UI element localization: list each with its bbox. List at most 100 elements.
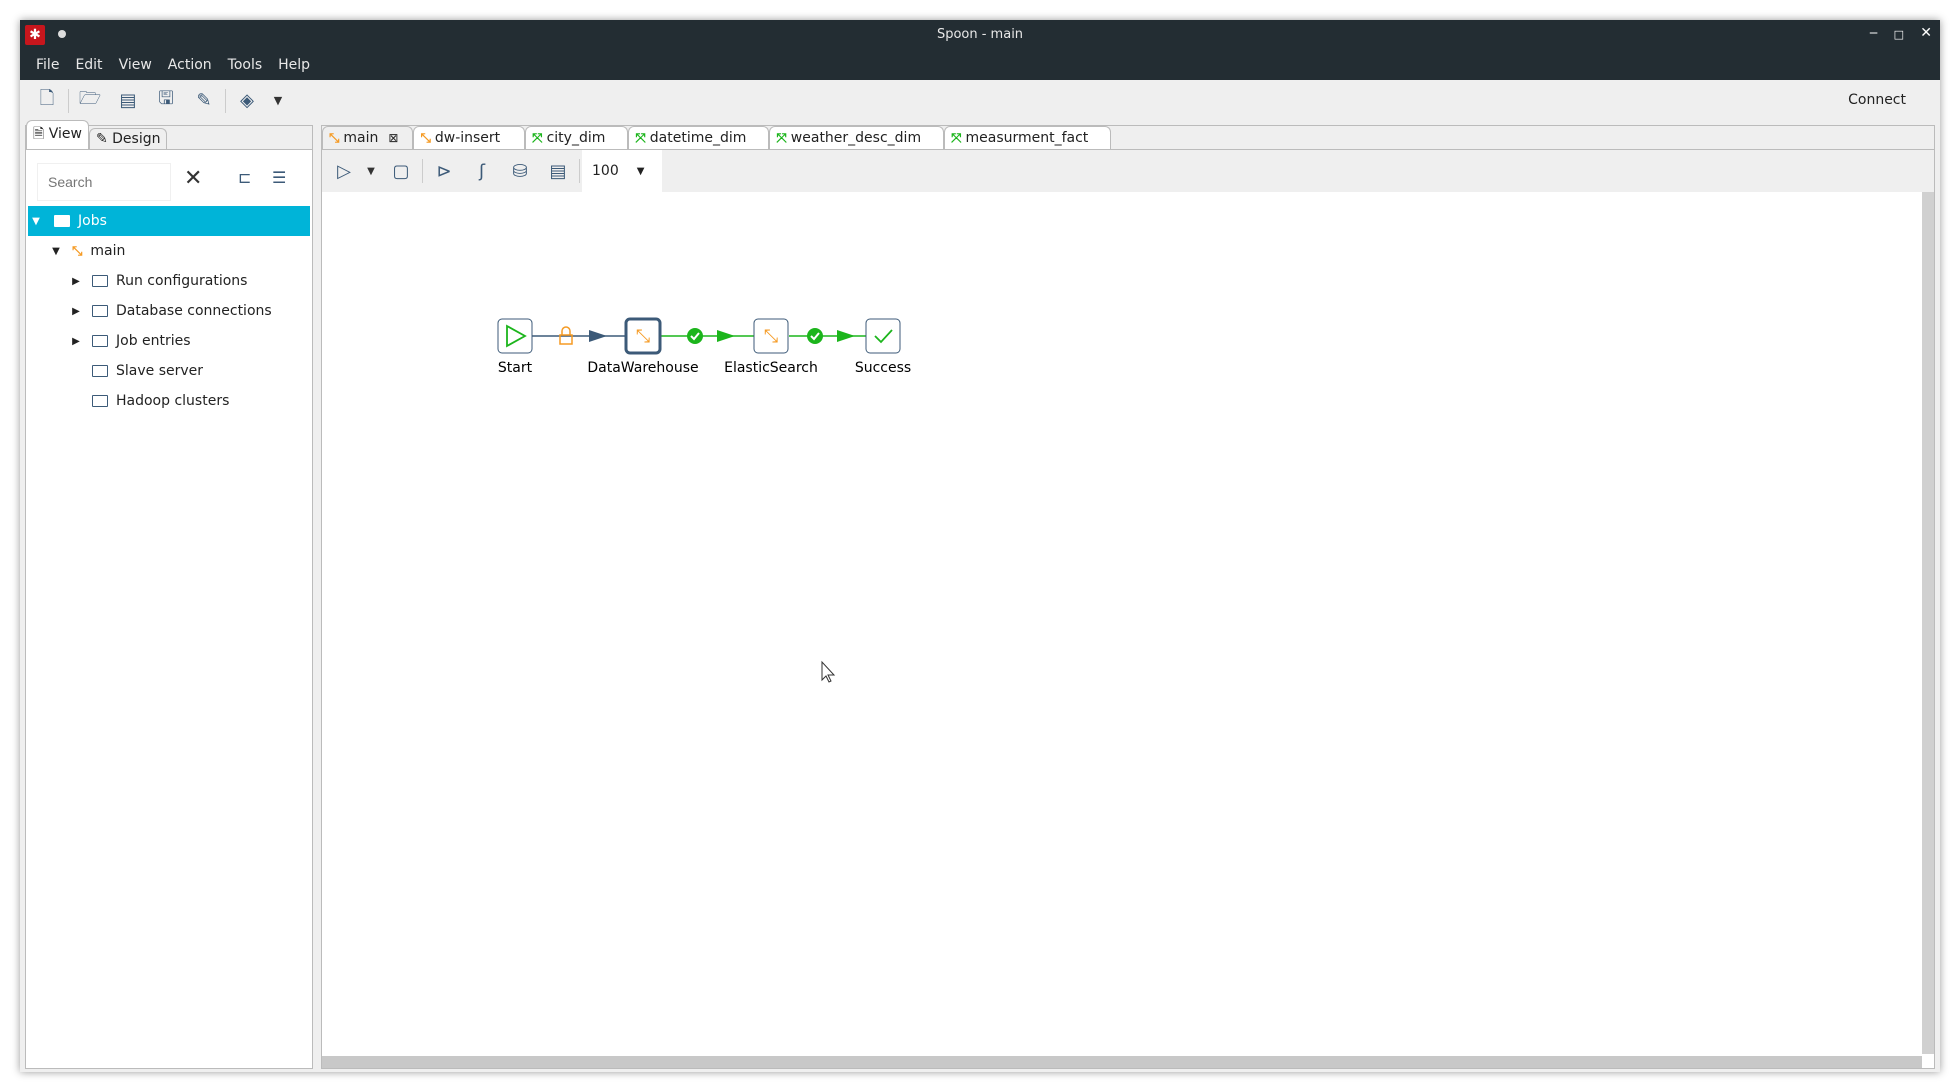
menu-file[interactable]: File [28,57,67,73]
job-icon: ⤡ [329,130,340,146]
folder-icon [92,335,108,347]
node-success[interactable]: Success [855,318,911,376]
divider [422,159,423,183]
menu-help[interactable]: Help [270,57,318,73]
search-input[interactable] [38,164,170,200]
expanded-icon[interactable]: ▼ [28,216,44,227]
chevron-down-icon: ▼ [636,165,645,177]
transformation-icon: ⤧ [532,130,543,146]
job-icon: ⤡ [764,326,778,347]
clear-search-icon[interactable]: ✕ [184,166,202,191]
mouse-cursor-icon [821,660,836,683]
sql-impact-icon[interactable]: ⛁ [501,156,539,186]
open-file-icon[interactable]: 🗁 [71,86,109,116]
folder-icon [92,365,108,377]
editor-panel: ⤡ main ⊠ ⤡ dw-insert ⤧ city_dim ⤧ datetime_di… [321,125,1935,1069]
save-icon[interactable]: 🖫 [147,86,185,116]
check-job-icon[interactable]: ʃ [463,156,501,186]
check-icon [807,328,823,344]
tab-label: main [343,130,379,146]
menu-edit[interactable]: Edit [67,57,110,73]
tree-item-main[interactable]: ▼ ⤡ main [28,236,310,266]
editor-tabs: ⤡ main ⊠ ⤡ dw-insert ⤧ city_dim ⤧ datetime_di… [322,126,1934,150]
tab-city-dim[interactable]: ⤧ city_dim [525,126,629,149]
job-icon: ⤡ [636,326,650,347]
explore-repository-icon[interactable]: ▤ [109,86,147,116]
folder-icon [92,395,108,407]
main-toolbar: 🗋 🗁 ▤ 🖫 ✎ ◈ ▼ [20,80,1940,121]
expand-tree-icon[interactable]: ☰ [272,168,286,187]
expanded-icon[interactable]: ▼ [48,246,64,257]
node-label: Start [498,360,533,376]
menu-tools[interactable]: Tools [220,57,271,73]
tab-weather-desc-dim[interactable]: ⤧ weather_desc_dim [769,126,945,149]
new-file-icon[interactable]: 🗋 [28,86,66,116]
tree-label: Hadoop clusters [116,393,230,409]
hop-arrow [837,330,855,342]
node-datawarehouse[interactable]: ⤡ DataWarehouse [587,317,699,376]
canvas-toolbar: ▷ ▼ ▢ ⊳ ʃ ⛁ ▤ 100 ▼ [322,150,1934,192]
chevron-down-icon[interactable]: ▼ [266,86,290,116]
close-tab-icon[interactable]: ⊠ [388,131,398,145]
hop-arrow [717,330,735,342]
minimize-button[interactable]: ‒ [1869,25,1878,41]
tab-dw-insert[interactable]: ⤡ dw-insert [413,126,526,149]
tree-item-run-configurations[interactable]: ▶ Run configurations [28,266,310,296]
tab-measurment-fact[interactable]: ⤧ measurment_fact [944,126,1112,149]
run-options-chevron-icon[interactable]: ▼ [360,156,382,186]
transformation-icon: ⤧ [635,130,646,146]
spoon-window: ✱ Spoon - main ‒ □ ✕ File Edit View Acti… [20,20,1940,1072]
node-start[interactable]: Start [497,318,533,376]
horizontal-scrollbar[interactable] [322,1056,1922,1068]
tab-datetime-dim[interactable]: ⤧ datetime_dim [628,126,770,149]
maximize-button[interactable]: □ [1894,28,1904,41]
collapsed-icon[interactable]: ▶ [68,336,84,347]
tab-label: weather_desc_dim [790,130,922,146]
run-icon[interactable]: ▷ [328,156,360,186]
tab-main[interactable]: ⤡ main ⊠ [322,126,414,149]
connect-button[interactable]: Connect [1848,92,1906,108]
zoom-select[interactable]: 100 ▼ [582,150,662,192]
left-panel: 🗎 View ✎ Design ✕ ⊏ ☰ ▼ Jobs ▼ ⤡ main ▶ Run … [25,120,313,1069]
menu-bar: File Edit View Action Tools Help [20,50,1940,80]
tree-item-hadoop-clusters[interactable]: Hadoop clusters [28,386,310,416]
replay-icon[interactable]: ⊳ [425,156,463,186]
check-icon [687,328,703,344]
tab-label: measurment_fact [965,130,1089,146]
job-icon: ⤡ [420,130,431,146]
window-title: Spoon - main [936,27,1024,42]
job-canvas[interactable]: Start ⤡ DataWarehouse ⤡ ElasticSearch Su… [322,192,1922,1054]
collapsed-icon[interactable]: ▶ [68,276,84,287]
tab-design[interactable]: ✎ Design [88,128,168,149]
layers-icon[interactable]: ◈ [228,86,266,116]
folder-icon [92,305,108,317]
folder-icon [54,215,70,227]
tree-label: Jobs [78,213,107,229]
tab-view[interactable]: 🗎 View [26,120,89,149]
save-as-icon[interactable]: ✎ [185,86,223,116]
transformation-icon: ⤧ [951,130,962,146]
stop-icon[interactable]: ▢ [382,156,420,186]
divider [225,88,226,113]
close-button[interactable]: ✕ [1920,25,1932,41]
menu-view[interactable]: View [111,57,160,73]
vertical-scrollbar[interactable] [1922,192,1934,1054]
collapse-tree-icon[interactable]: ⊏ [238,168,251,187]
show-results-icon[interactable]: ▤ [539,156,577,186]
collapsed-icon[interactable]: ▶ [68,306,84,317]
menu-action[interactable]: Action [160,57,220,73]
tree-item-job-entries[interactable]: ▶ Job entries [28,326,310,356]
tree-item-jobs[interactable]: ▼ Jobs [28,206,310,236]
tree: ▼ Jobs ▼ ⤡ main ▶ Run configurations ▶ Databa… [28,206,310,416]
tree-label: Run configurations [116,273,248,289]
view-icon: 🗎 [33,126,45,142]
folder-icon [92,275,108,287]
tab-label: dw-insert [434,130,501,146]
title-bar: ✱ Spoon - main ‒ □ ✕ [20,20,1940,50]
tree-label: main [90,243,126,259]
node-elasticsearch[interactable]: ⤡ ElasticSearch [724,318,818,376]
tree-item-database-connections[interactable]: ▶ Database connections [28,296,310,326]
node-label: DataWarehouse [587,360,698,376]
tree-item-slave-server[interactable]: Slave server [28,356,310,386]
transformation-icon: ⤧ [776,130,787,146]
